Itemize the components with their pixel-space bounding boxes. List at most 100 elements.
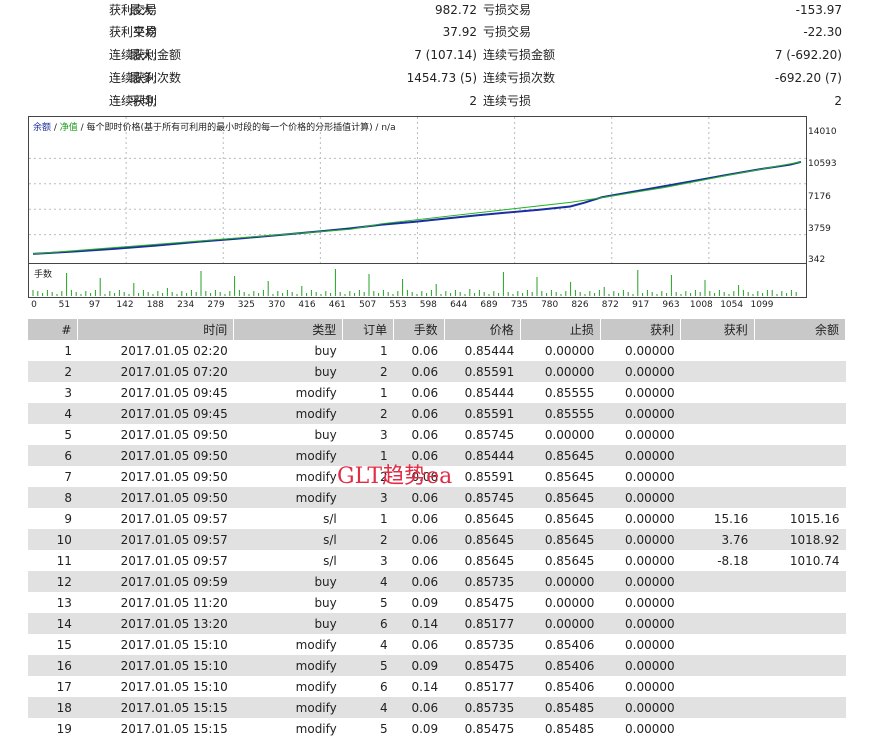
table-cell: 0.85177 (444, 613, 521, 634)
legend-equity: 净值 (59, 123, 78, 133)
table-cell: modify (295, 721, 337, 736)
column-header[interactable]: 类型 (233, 319, 344, 340)
x-tick-label: 598 (419, 300, 437, 310)
table-cell: 3.76 (680, 529, 755, 550)
table-row[interactable]: 5 2017.01.05 09:50 buy 3 0.06 0.85745 0.00000 0… (28, 424, 846, 445)
table-cell (680, 445, 755, 466)
table-cell: 0.85555 (520, 403, 601, 424)
stat-value: 2 (469, 94, 477, 108)
table-cell: 0.00000 (520, 571, 601, 592)
table-cell: 0.85444 (464, 385, 515, 400)
table-cell (754, 571, 846, 592)
table-row[interactable]: 3 2017.01.05 09:45 modify 1 0.06 0.85444 0.855… (28, 382, 846, 403)
table-cell: 0.06 (411, 511, 439, 526)
table-cell: modify (233, 445, 343, 466)
table-cell: 0.00000 (544, 427, 595, 442)
table-cell: 0.00000 (520, 361, 601, 382)
table-cell: 15 (56, 637, 72, 652)
column-header[interactable]: 订单 (342, 319, 395, 340)
table-cell: 8 (28, 487, 78, 508)
stat-value: 2 (834, 94, 842, 108)
stat-value: 982.72 (435, 3, 477, 17)
table-cell: 0.06 (393, 571, 445, 592)
table-cell: 0.06 (411, 553, 439, 568)
y-tick-label: 14010 (808, 127, 837, 137)
stat-row: 最多: 连续获利次数 1454.73 (5) 连续亏损次数 -692.20 (7) (0, 68, 895, 90)
x-tick-label: 689 (480, 300, 498, 310)
table-row[interactable]: 18 2017.01.05 15:15 modify 4 0.06 0.85735 0.85… (28, 697, 846, 718)
watermark-text: GLT趋势ea (337, 464, 453, 489)
column-header[interactable]: 时间 (77, 319, 235, 340)
lots-plot: 手数 (29, 263, 806, 297)
table-row[interactable]: 10 2017.01.05 09:57 s/l 2 0.06 0.85645 0.85645… (28, 529, 846, 550)
table-cell: 0.85735 (464, 637, 515, 652)
table-row[interactable]: 17 2017.01.05 15:10 modify 6 0.14 0.85177 0.85… (28, 676, 846, 697)
x-tick-label: 416 (298, 300, 316, 310)
stat-label: 连续获利 (109, 94, 158, 108)
table-row[interactable]: 11 2017.01.05 09:57 s/l 3 0.06 0.85645 0.85645… (28, 550, 846, 571)
table-cell: 2017.01.05 15:15 (120, 721, 228, 736)
table-row[interactable]: 15 2017.01.05 15:10 modify 4 0.06 0.85735 0.85… (28, 634, 846, 655)
table-row[interactable]: 16 2017.01.05 15:10 modify 5 0.09 0.85475 0.85… (28, 655, 846, 676)
table-cell: 0.09 (411, 595, 439, 610)
x-tick-label: 0 (31, 300, 37, 310)
table-row[interactable]: 12 2017.01.05 09:59 buy 4 0.06 0.85735 0.00000… (28, 571, 846, 592)
table-cell (754, 424, 845, 445)
legend-description: / 每个即时价格(基于所有可利用的最小时段的每一个价格的分形插值计算) / n/… (77, 123, 396, 133)
column-header[interactable]: 价格 (444, 319, 521, 340)
table-cell: modify (233, 697, 343, 718)
stat-label: 连续亏损金额 (483, 48, 556, 62)
table-row[interactable]: 2 2017.01.05 07:20 buy 2 0.06 0.85591 0.00000 0… (28, 361, 846, 382)
table-cell: 1 (379, 511, 388, 526)
x-tick-label: 325 (237, 300, 255, 310)
table-cell (754, 487, 846, 508)
table-row[interactable]: 19 2017.01.05 15:15 modify 5 0.09 0.85475 0.85… (28, 718, 846, 739)
x-tick-label: 826 (571, 300, 589, 310)
table-cell: 0.00000 (544, 343, 595, 358)
x-tick-label: 1054 (720, 300, 744, 310)
table-cell (681, 718, 755, 739)
y-tick-label: 342 (808, 255, 826, 265)
table-row[interactable]: 13 2017.01.05 11:20 buy 5 0.09 0.85475 0.00000… (28, 592, 846, 613)
table-cell: modify (233, 487, 343, 508)
balance-svg (29, 117, 806, 263)
x-tick-label: 461 (328, 300, 346, 310)
table-cell: buy (233, 613, 343, 634)
column-header[interactable]: 手数 (393, 319, 445, 340)
x-tick-label: 780 (541, 300, 559, 310)
column-header[interactable]: 获利 (680, 319, 755, 340)
table-cell: 2017.01.05 15:10 (120, 637, 228, 652)
table-cell (754, 634, 845, 655)
table-row[interactable]: 4 2017.01.05 09:45 modify 2 0.06 0.85591 0.855… (28, 403, 846, 424)
column-header[interactable]: 获利 (600, 319, 682, 340)
table-cell: 0.85444 (444, 445, 521, 466)
table-cell: 2017.01.05 09:50 (77, 487, 234, 508)
table-cell: 13 (56, 595, 72, 610)
table-cell (754, 403, 846, 424)
table-cell: 2 (342, 403, 394, 424)
table-row[interactable]: 9 2017.01.05 09:57 s/l 1 0.06 0.85645 0.85645 0… (28, 508, 846, 529)
table-cell: 4 (342, 697, 394, 718)
table-cell: 0.85475 (464, 721, 515, 736)
table-cell (754, 718, 845, 739)
table-cell (754, 466, 845, 487)
table-row[interactable]: 8 2017.01.05 09:50 modify 3 0.06 0.85745 0.856… (28, 487, 846, 508)
table-row[interactable]: 14 2017.01.05 13:20 buy 6 0.14 0.85177 0.00000… (28, 613, 846, 634)
table-row[interactable]: 1 2017.01.05 02:20 buy 1 0.06 0.85444 0.00000 0… (28, 340, 846, 361)
table-cell (680, 655, 755, 676)
table-cell: 0.06 (393, 403, 445, 424)
table-cell: 0.85645 (520, 445, 601, 466)
stat-label: 获利交易 (109, 25, 158, 39)
table-cell: 0.00000 (600, 403, 681, 424)
column-header[interactable]: 止损 (520, 319, 601, 340)
table-cell: 4 (28, 403, 78, 424)
table-cell (754, 697, 846, 718)
table-cell: 10 (28, 529, 78, 550)
column-header[interactable]: # (28, 319, 79, 340)
table-cell: 0.85177 (464, 679, 515, 694)
x-tick-label: 51 (58, 300, 71, 310)
column-header[interactable]: 余额 (754, 319, 847, 340)
table-cell (754, 382, 845, 403)
stat-label: 获利交易 (109, 3, 158, 17)
lots-svg (32, 269, 797, 296)
